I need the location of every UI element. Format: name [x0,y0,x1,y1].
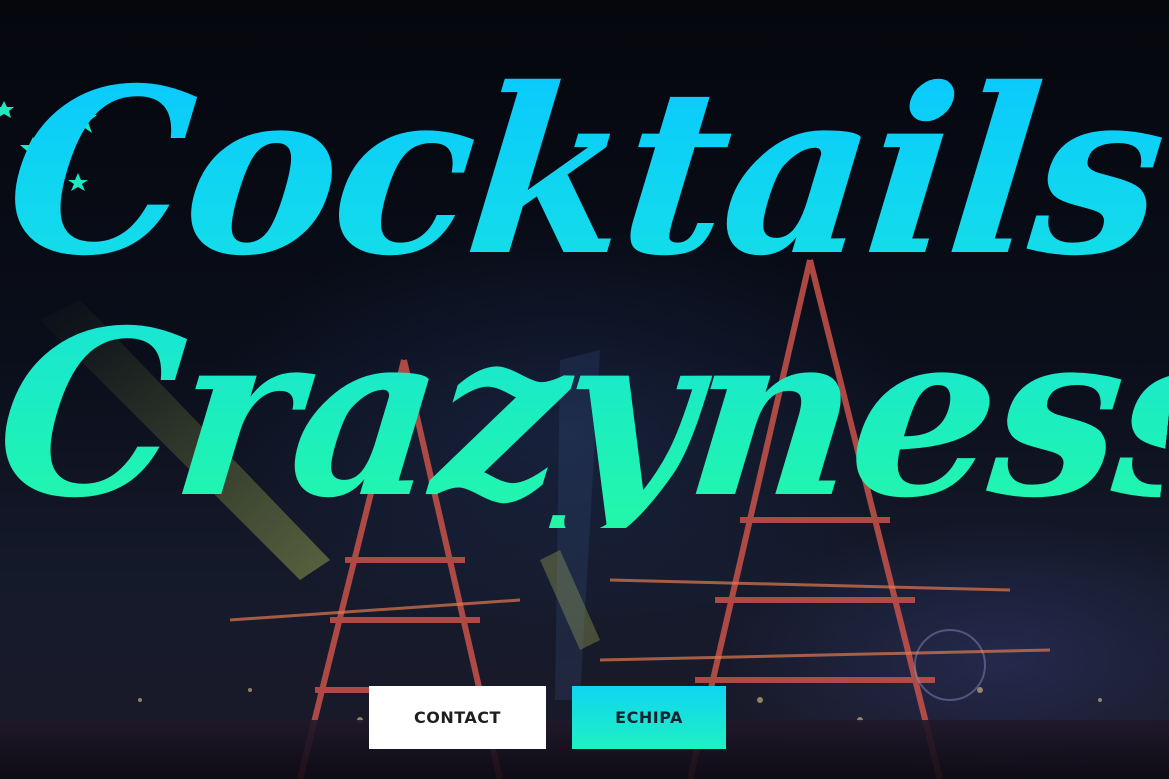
echipa-button[interactable]: ECHIPA [572,686,726,749]
hero-section: Cocktails Crazyness CONTACT ECHIPA [0,0,1169,779]
contact-button[interactable]: CONTACT [369,686,546,749]
hero-title-line-2: Crazyness [0,280,1169,548]
hero-title-line-1: Cocktails [0,38,1169,306]
